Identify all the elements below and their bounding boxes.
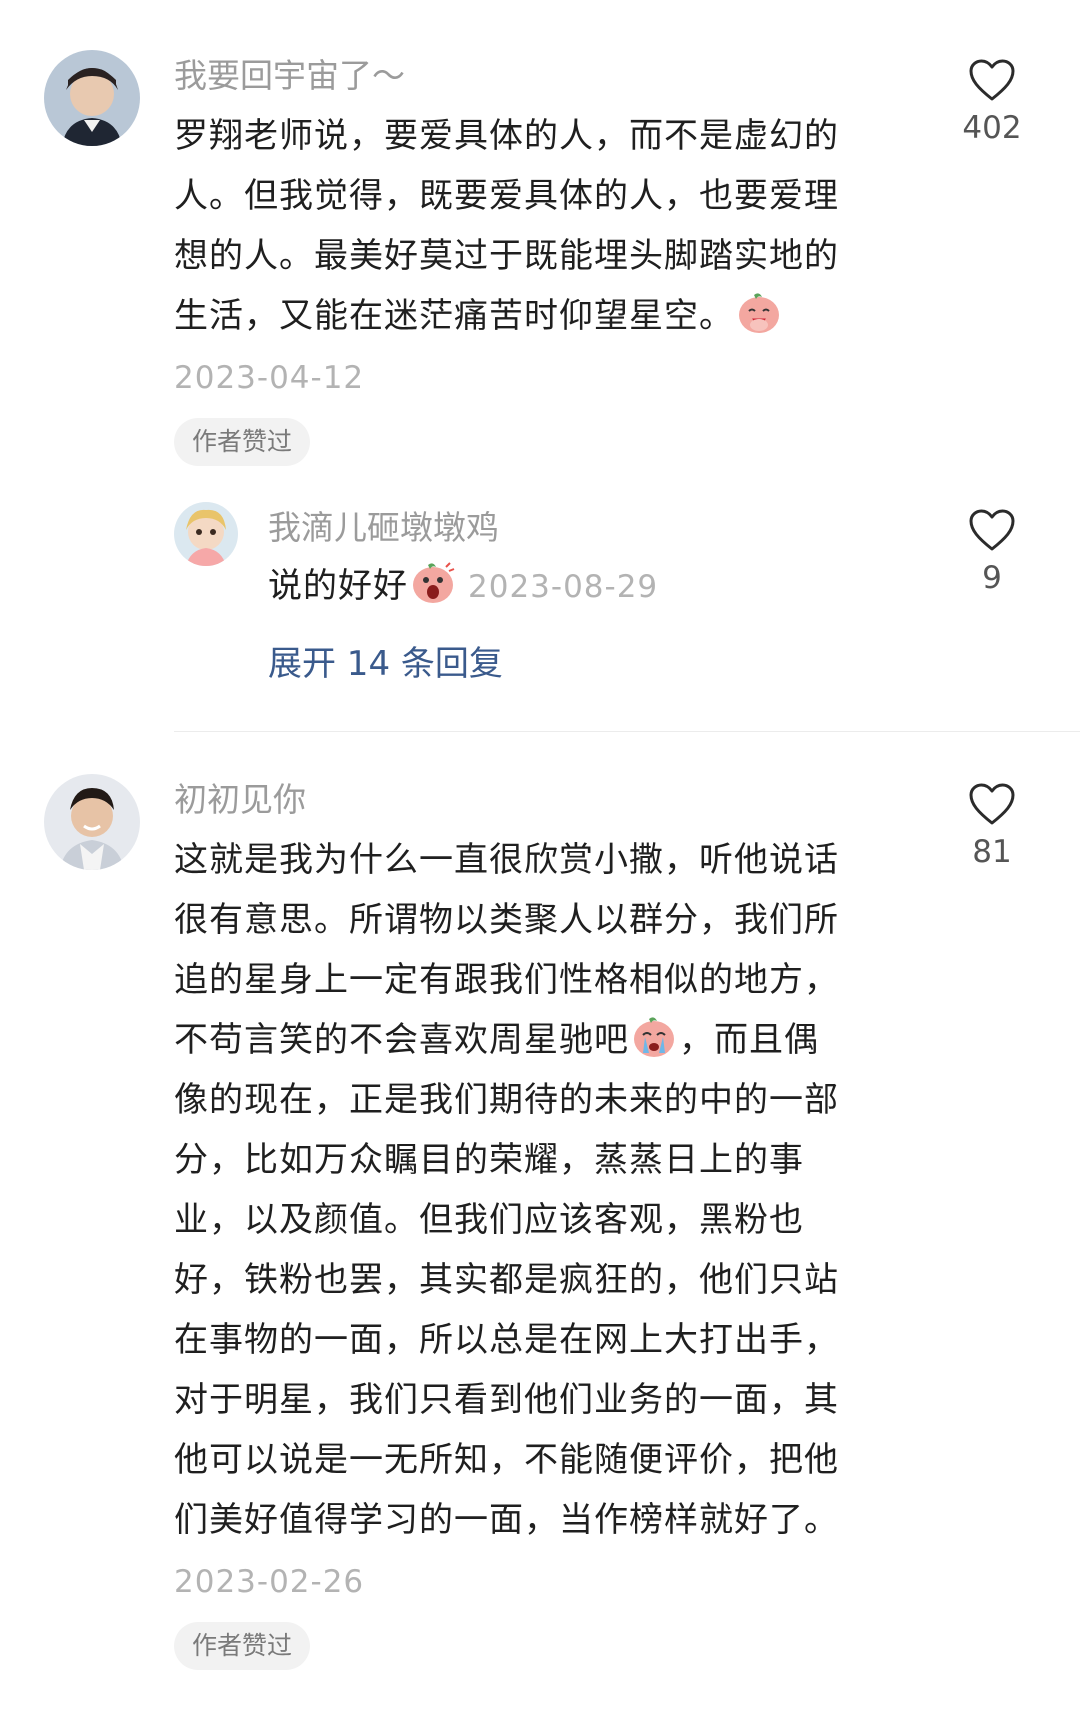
comment-username[interactable]: 我要回宇宙了～ — [174, 54, 405, 98]
like-count: 81 — [972, 834, 1012, 870]
avatar[interactable] — [44, 774, 140, 870]
comment-line-text: 生活，又能在迷茫痛苦时仰望星空。 — [174, 296, 734, 336]
comment-date: 2023-04-12 — [174, 360, 365, 396]
comment-line: 人。但我觉得，既要爱具体的人，也要爱理 — [174, 176, 839, 216]
comment-line: 对于明星，我们只看到他们业务的一面，其 — [174, 1380, 839, 1420]
comment-line: 罗翔老师说，要爱具体的人，而不是虚幻的 — [174, 116, 839, 156]
comment-content: 罗翔老师说，要爱具体的人，而不是虚幻的 人。但我觉得，既要爱具体的人，也要爱理 … — [174, 106, 839, 346]
comment-content: 这就是我为什么一直很欣赏小撒，听他说话 很有意思。所谓物以类聚人以群分，我们所 … — [174, 830, 839, 1550]
praying-emoji-icon — [739, 293, 779, 333]
reply-date: 2023-08-29 — [468, 569, 659, 605]
reply-username[interactable]: 我滴儿砸墩墩鸡 — [268, 506, 499, 550]
comment-line: 在事物的一面，所以总是在网上大打出手， — [174, 1320, 839, 1360]
comment-divider — [174, 731, 1080, 732]
author-liked-badge: 作者赞过 — [174, 1622, 311, 1670]
comment-username[interactable]: 初初见你 — [174, 778, 306, 822]
expand-replies-link[interactable]: 展开 14 条回复 — [268, 640, 503, 688]
comment-line: 像的现在，正是我们期待的未来的中的一部 — [174, 1080, 839, 1120]
like-count: 402 — [962, 110, 1022, 146]
comment-line-text: ，而且偶 — [679, 1020, 819, 1060]
comment-line: 好，铁粉也罢，其实都是疯狂的，他们只站 — [174, 1260, 839, 1300]
heart-icon[interactable] — [968, 782, 1016, 826]
comment-line-with-emoji: 生活，又能在迷茫痛苦时仰望星空。 — [174, 286, 839, 346]
reply-like-button[interactable]: 9 — [952, 508, 1032, 598]
crying-emoji-icon — [634, 1017, 674, 1057]
reply-text: 说的好好 — [268, 566, 408, 606]
comment-line: 业，以及颜值。但我们应该客观，黑粉也 — [174, 1200, 804, 1240]
comment-line: 追的星身上一定有跟我们性格相似的地方， — [174, 960, 839, 1000]
heart-icon[interactable] — [968, 508, 1016, 552]
comment-line: 们美好值得学习的一面，当作榜样就好了。 — [174, 1500, 839, 1540]
like-button[interactable]: 402 — [952, 58, 1032, 148]
comment-line: 分，比如万众瞩目的荣耀，蒸蒸日上的事 — [174, 1140, 804, 1180]
author-liked-badge: 作者赞过 — [174, 418, 311, 466]
avatar[interactable] — [44, 50, 140, 146]
comment-line: 他可以说是一无所知，不能随便评价，把他 — [174, 1440, 839, 1480]
comment-line-with-emoji: 不苟言笑的不会喜欢周星驰吧 ，而且偶 — [174, 1010, 839, 1070]
comment-line: 很有意思。所谓物以类聚人以群分，我们所 — [174, 900, 839, 940]
comment-line-text: 不苟言笑的不会喜欢周星驰吧 — [174, 1020, 629, 1060]
comment-line: 想的人。最美好莫过于既能埋头脚踏实地的 — [174, 236, 839, 276]
reply-avatar[interactable] — [174, 502, 238, 566]
like-button[interactable]: 81 — [952, 782, 1032, 872]
comment-line: 这就是我为什么一直很欣赏小撒，听他说话 — [174, 840, 839, 880]
reply-like-count: 9 — [982, 560, 1002, 596]
reply-content: 说的好好 2023-08-29 — [268, 558, 658, 615]
shocked-emoji-icon — [413, 562, 455, 603]
heart-icon[interactable] — [968, 58, 1016, 102]
comment-date: 2023-02-26 — [174, 1564, 365, 1600]
